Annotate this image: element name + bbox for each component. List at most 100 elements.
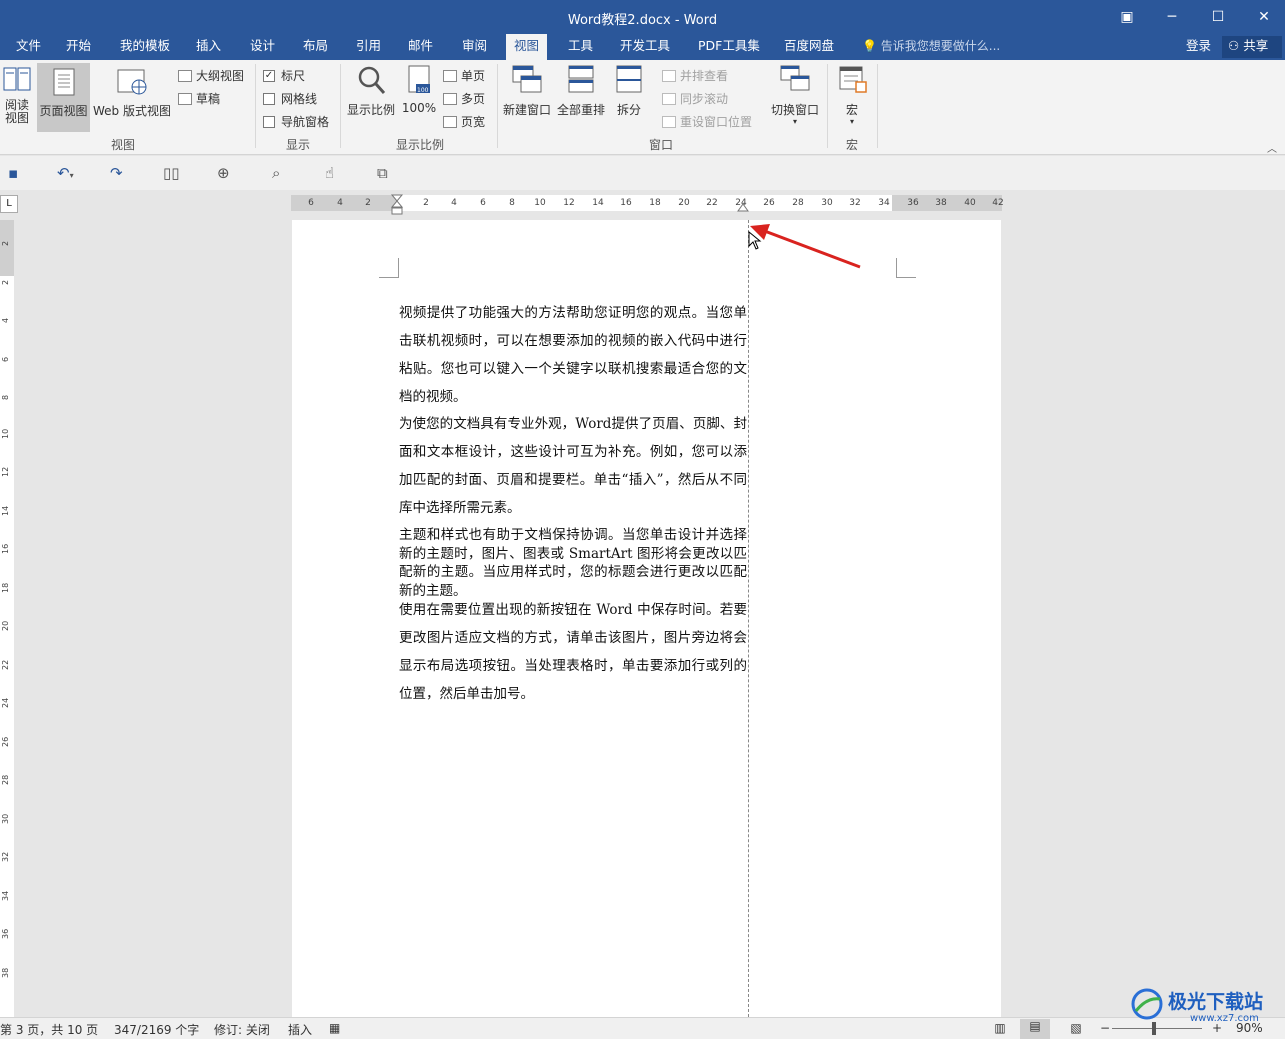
touch-mode-icon[interactable]: ☝ [325,164,334,182]
ribbon-display-options-icon[interactable]: ▣ [1107,4,1147,30]
tab-tools[interactable]: 工具 [560,34,601,60]
sync-scroll-button[interactable]: 同步滚动 [662,90,728,107]
vruler-tick: 34 [1,890,10,901]
page-count[interactable]: 第 3 页，共 10 页 [0,1021,98,1038]
macro-record-icon[interactable]: ▦ [329,1021,340,1035]
redo-icon[interactable]: ↷ [110,164,123,182]
split-button[interactable]: 拆分 [610,64,648,134]
vruler-tick: 30 [1,813,10,824]
columns-icon[interactable]: ▯▯ [163,164,180,182]
tab-mail[interactable]: 邮件 [400,34,441,60]
paragraph-3[interactable]: 主题和样式也有助于文档保持协调。当您单击设计并选择新的主题时，图片、图表或 Sm… [399,526,747,600]
dropdown-arrow-icon: ▾ [849,117,854,126]
tab-pdf[interactable]: PDF工具集 [690,34,768,60]
ruler-tick: 30 [821,198,833,208]
vruler-tick: 36 [1,928,10,939]
switch-window-icon [780,65,810,91]
web-layout-status-icon[interactable]: ▧ [1066,1021,1086,1037]
tab-design[interactable]: 设计 [242,34,283,60]
vruler-tick: 22 [1,659,10,670]
minimize-icon[interactable]: ─ [1152,4,1192,30]
new-window-button[interactable]: 新建窗口 [501,64,553,134]
ruler-tick: 2 [365,198,371,208]
document-page[interactable]: 视频提供了功能强大的方法帮助您证明您的观点。当您单击联机视频时，可以在想要添加的… [292,220,1001,1017]
nav-pane-checkbox[interactable]: 导航窗格 [263,113,329,130]
switch-window-button[interactable]: 切换窗口 ▾ [768,64,822,134]
multi-page-button[interactable]: 多页 [443,90,485,107]
collapse-ribbon-icon[interactable]: ︿ [1267,140,1277,155]
web-layout-button[interactable]: Web 版式视图 [90,64,174,134]
paragraph-1[interactable]: 视频提供了功能强大的方法帮助您证明您的观点。当您单击联机视频时，可以在想要添加的… [399,299,747,411]
group-label-views: 视图 [110,138,135,152]
login-button[interactable]: 登录 [1186,34,1211,58]
print-layout-button[interactable]: 页面视图 [37,63,90,132]
tab-review[interactable]: 审阅 [454,34,495,60]
ruler-tick: 32 [849,198,861,208]
reset-window-button[interactable]: 重设窗口位置 [662,113,752,130]
page-width-button[interactable]: 页宽 [443,113,485,130]
ruler-tick: 4 [451,198,457,208]
vruler-tick: 24 [1,697,10,708]
tab-home[interactable]: 开始 [58,34,99,60]
paragraph-2[interactable]: 为使您的文档具有专业外观，Word提供了页眉、页脚、封面和文本框设计，这些设计可… [399,410,747,522]
quick-access-toolbar: ▪ ↶▾ ↷ ▯▯ ⊕ ⌕ ☝ ⧉ [0,156,1285,190]
gridlines-checkbox[interactable]: 网格线 [263,90,317,107]
read-mode-status-icon[interactable]: ▥ [990,1021,1010,1037]
share-button[interactable]: ⚇ 共享 [1222,36,1282,58]
right-indent-marker-icon[interactable] [736,201,750,213]
web-layout-icon [117,69,147,95]
print-layout-status-icon[interactable]: ▤ [1020,1019,1050,1039]
macros-button[interactable]: 宏 ▾ [832,64,872,134]
tab-mytemplate[interactable]: 我的模板 [112,34,178,60]
group-label-show: 显示 [285,138,310,152]
zoom-out-icon[interactable]: − [1100,1021,1110,1035]
vertical-ruler[interactable]: 2 2 4 6 8 10 12 14 16 18 20 22 24 26 28 30 32 34 36 38 [0,220,14,1017]
group-label-window: 窗口 [648,138,673,152]
maximize-icon[interactable]: ☐ [1198,4,1238,30]
ruler-tick: 6 [480,198,486,208]
tab-dev[interactable]: 开发工具 [612,34,678,60]
read-mode-icon [3,67,31,91]
paragraph-4[interactable]: 使用在需要位置出现的新按钮在 Word 中保存时间。若要更改图片适应文档的方式，… [399,596,747,708]
zoom-100-button[interactable]: 100 100% [400,64,438,134]
ruler-check-icon: ✓ [263,69,275,82]
ruler-checkbox[interactable]: ✓ 标尺 [263,67,305,84]
new-window-icon [512,65,542,93]
ruler-tick: 34 [878,198,890,208]
outline-view-button[interactable]: 大纲视图 [178,67,244,84]
page-width-icon [443,115,457,128]
link-icon[interactable]: ⊕ [217,164,230,182]
tab-insert[interactable]: 插入 [188,34,229,60]
tab-selector[interactable]: L [0,195,18,213]
horizontal-ruler[interactable]: 6 4 2 2 4 6 8 10 12 14 16 18 20 22 24 26 28 30 32 34 36 38 40 4… [291,194,1004,215]
tab-file[interactable]: 文件 [8,34,49,60]
tab-view[interactable]: 视图 [506,34,548,60]
vruler-tick: 10 [1,428,10,439]
word-count[interactable]: 347/2169 个字 [114,1021,199,1038]
zoom-button[interactable]: 显示比例 [344,64,398,134]
undo-icon[interactable]: ↶▾ [57,164,74,182]
vruler-tick: 28 [1,774,10,785]
tab-layout[interactable]: 布局 [295,34,336,60]
arrange-all-button[interactable]: 全部重排 [554,64,608,134]
view-side-by-side-button[interactable]: 并排查看 [662,67,728,84]
margin-corner-mark [379,258,399,278]
print-preview-icon[interactable]: ⌕ [272,164,280,182]
customize-qat-icon[interactable]: ⧉ [377,164,388,182]
draft-view-button[interactable]: 草稿 [178,90,220,107]
watermark: 极光下载站 www.xz7.com [1130,985,1280,1035]
save-icon[interactable]: ▪ [8,164,18,182]
ruler-tick: 6 [308,198,314,208]
vruler-tick: 14 [1,505,10,516]
watermark-logo [1131,988,1163,1020]
indent-marker-icon[interactable] [390,193,404,219]
read-mode-button[interactable]: 阅读 视图 [0,64,34,134]
tab-ref[interactable]: 引用 [348,34,389,60]
margin-corner-mark [896,258,916,278]
insert-mode-status[interactable]: 插入 [288,1021,312,1038]
one-page-button[interactable]: 单页 [443,67,485,84]
tab-baidu[interactable]: 百度网盘 [776,34,842,60]
tell-me-search[interactable]: 💡 告诉我您想要做什么... [862,34,1000,60]
track-changes-status[interactable]: 修订: 关闭 [214,1021,270,1038]
close-icon[interactable]: ✕ [1244,4,1284,30]
